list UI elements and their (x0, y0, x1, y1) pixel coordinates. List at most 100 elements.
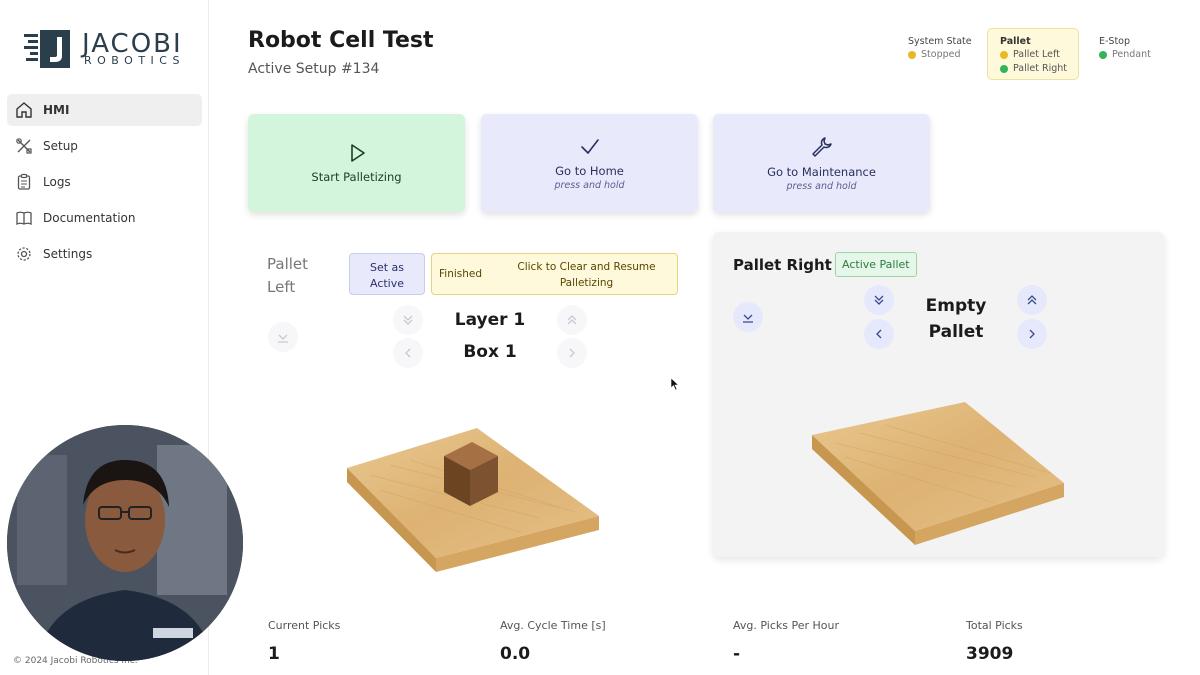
pallet-left-box-next-button[interactable] (557, 338, 587, 368)
stat-avg-picks-per-hour: Avg. Picks Per Hour - (733, 619, 839, 664)
sidebar-item-label: Setup (43, 139, 78, 153)
pallet-right-download-button[interactable] (733, 302, 763, 332)
system-state-label: System State (908, 36, 972, 47)
stat-value: 3909 (966, 644, 1014, 664)
jacobi-logo-mark-icon (24, 30, 70, 68)
pallet-left-status: Pallet Left (1013, 49, 1060, 60)
pallet-left-layer-up-button[interactable] (557, 305, 587, 335)
estop-label: E-Stop (1099, 36, 1131, 47)
stat-total-picks: Total Picks 3909 (966, 619, 1023, 664)
stat-label: Avg. Cycle Time [s] (500, 619, 606, 632)
pallet-right-empty-label: Empty Pallet (896, 293, 1016, 345)
status-dot-icon (1000, 64, 1008, 73)
stat-label: Current Picks (268, 619, 341, 632)
sidebar-item-label: HMI (43, 103, 70, 117)
sidebar-item-logs[interactable]: Logs (7, 166, 202, 198)
chevron-right-icon (1029, 329, 1035, 339)
sidebar-item-label: Documentation (43, 211, 136, 225)
go-to-home-hint: press and hold (554, 179, 625, 191)
pallet-left-layer-down-button[interactable] (393, 305, 423, 335)
system-state-status: System State Stopped (908, 36, 972, 60)
brand-subtitle: ROBOTICS (84, 54, 185, 67)
pallet-right-3d-view (812, 402, 1064, 545)
sidebar-item-documentation[interactable]: Documentation (7, 202, 202, 234)
pallet-left-layer-label: Layer 1 (454, 310, 526, 330)
status-dot-icon (1099, 50, 1107, 59)
set-as-active-line2: Active (369, 277, 405, 290)
clear-resume-text: Click to Clear and Resume Palletizing (504, 259, 669, 291)
stat-label: Avg. Picks Per Hour (733, 619, 839, 632)
status-dot-icon (1000, 50, 1008, 59)
gear-icon (14, 244, 34, 264)
download-icon (743, 314, 753, 323)
pallet-status-label: Pallet (1000, 36, 1031, 47)
sidebar-item-hmi[interactable]: HMI (7, 94, 202, 126)
pallet-left-title-line1: Pallet (267, 255, 309, 273)
presenter-webcam-overlay (7, 425, 243, 661)
start-palletizing-label: Start Palletizing (311, 170, 402, 184)
pallet-right-pallet (812, 402, 1064, 545)
sidebar-item-settings[interactable]: Settings (7, 238, 202, 270)
stat-value: 0.0 (500, 644, 531, 664)
download-icon (278, 334, 288, 343)
tools-icon (14, 136, 34, 156)
start-palletizing-button[interactable]: Start Palletizing (248, 114, 465, 212)
double-chevron-down-icon (403, 315, 413, 325)
chevron-left-icon (405, 348, 411, 358)
go-to-maintenance-hint: press and hold (786, 180, 857, 192)
stat-current-picks: Current Picks 1 (268, 619, 340, 664)
double-chevron-up-icon (1027, 295, 1037, 305)
go-to-home-label: Go to Home (555, 163, 624, 178)
wrench-icon (811, 136, 832, 157)
stat-value: 1 (268, 644, 280, 664)
stat-value: - (733, 644, 741, 664)
mouse-cursor-icon (670, 377, 680, 391)
double-chevron-up-icon (567, 315, 577, 325)
pallet-right-box-prev-button[interactable] (864, 319, 894, 349)
go-to-home-button[interactable]: Go to Home press and hold (481, 114, 698, 212)
stat-label: Total Picks (966, 619, 1023, 632)
page-title: Robot Cell Test (248, 28, 434, 53)
sidebar-nav: HMI Setup Logs Documentation Settings (7, 94, 202, 274)
pallet-right-title: Pallet Right (733, 256, 832, 274)
pallet-right-layer-down-button[interactable] (864, 285, 894, 315)
chevron-left-icon (876, 329, 882, 339)
pallet-right-status: Pallet Right (1013, 63, 1068, 74)
empty-line2: Pallet (928, 322, 984, 342)
book-icon (14, 208, 34, 228)
set-as-active-line1: Set as (369, 261, 405, 274)
empty-line1: Empty (925, 296, 987, 316)
pallet-left-box-label: Box 1 (463, 342, 517, 362)
pallet-status: Pallet Pallet Left Pallet Right (987, 28, 1079, 80)
clear-and-resume-button[interactable]: Finished Click to Clear and Resume Palle… (431, 253, 678, 295)
system-state-value: Stopped (921, 49, 961, 60)
active-pallet-badge: Active Pallet (835, 252, 917, 277)
pallet-right-layer-up-button[interactable] (1017, 285, 1047, 315)
home-icon (14, 100, 34, 120)
sidebar-item-label: Settings (43, 247, 93, 261)
go-to-maintenance-button[interactable]: Go to Maintenance press and hold (713, 114, 930, 212)
set-as-active-button[interactable]: Set as Active (349, 253, 425, 295)
sidebar-item-label: Logs (43, 175, 71, 189)
clear-resume-line1: Click to Clear and Resume (517, 261, 656, 273)
jacobi-logo[interactable]: JACOBI ROBOTICS (24, 28, 194, 70)
pallet-left-download-button[interactable] (268, 322, 298, 352)
clipboard-icon (14, 172, 34, 192)
pallet-left-title: Pallet Left (267, 253, 308, 299)
play-icon (350, 144, 365, 162)
pallet-left-box-prev-button[interactable] (393, 338, 423, 368)
page-subtitle: Active Setup #134 (248, 61, 380, 77)
estop-value: Pendant (1112, 49, 1151, 60)
status-dot-icon (908, 50, 916, 59)
finished-label: Finished (439, 268, 483, 280)
estop-status: E-Stop Pendant (1099, 36, 1151, 60)
chevron-right-icon (569, 348, 575, 358)
clear-resume-line2: Palletizing (559, 277, 614, 289)
pallet-left-3d-view (347, 428, 599, 572)
sidebar-item-setup[interactable]: Setup (7, 130, 202, 162)
go-to-maintenance-label: Go to Maintenance (767, 164, 876, 179)
double-chevron-down-icon (874, 295, 884, 305)
stat-avg-cycle-time: Avg. Cycle Time [s] 0.0 (500, 619, 606, 664)
check-icon (580, 138, 599, 154)
pallet-right-box-next-button[interactable] (1017, 319, 1047, 349)
